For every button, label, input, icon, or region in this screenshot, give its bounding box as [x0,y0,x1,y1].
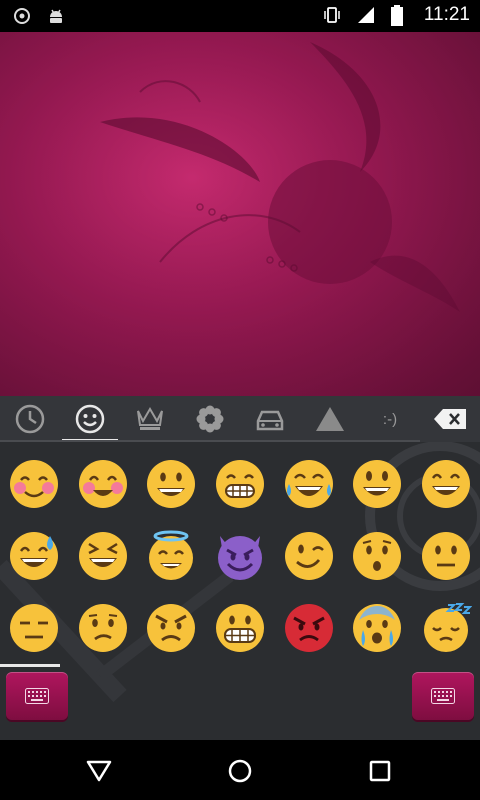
emoji-key[interactable] [137,448,206,520]
smiley-icon [75,404,105,434]
smiling-imp-emoji-icon [217,536,262,580]
expressionless-emoji-icon [10,604,59,652]
emoji-key[interactable] [274,592,343,664]
keyboard-switch-icon [431,688,455,704]
tab-emoticons[interactable]: :-) [360,396,420,442]
crown-icon [137,407,163,430]
emoji-key[interactable] [69,592,138,664]
home-button[interactable] [227,758,253,784]
tab-symbols[interactable] [300,396,360,442]
status-bar: 11:21 [0,0,480,32]
neutral-emoji-icon [421,532,470,580]
cold-sweat-crying-emoji-icon [353,604,402,652]
blush-emoji-icon [10,460,59,508]
smiling-eyes-emoji-icon [78,460,127,508]
hushed-emoji-icon [353,532,402,580]
emoji-key[interactable] [137,592,206,664]
emoji-key[interactable] [206,592,275,664]
home-icon [228,759,252,783]
navigation-bar [0,740,480,800]
grinning-emoji-icon [147,460,196,508]
emoji-grid [0,448,480,664]
tab-nature[interactable] [180,396,240,442]
flower-icon [196,405,224,433]
tears-of-joy-emoji-icon [284,460,333,508]
emoji-key[interactable] [411,520,480,592]
wink-emoji-icon [284,532,333,580]
emoji-keyboard: :-) [0,396,480,740]
bottom-page-indicator [0,664,60,667]
recent-clock-icon [15,404,45,434]
emoji-key[interactable] [0,448,69,520]
laughing-emoji-icon [78,532,127,580]
emoji-key[interactable] [0,592,69,664]
emoji-key[interactable] [343,448,412,520]
grimace-grin-emoji-icon [215,460,264,508]
emoji-key[interactable] [69,520,138,592]
sync-icon [12,6,32,26]
sleepy-zzz-emoji-icon [423,603,472,652]
emoticon-text-label: :-) [382,410,398,428]
back-button[interactable] [86,758,112,784]
signal-icon [356,5,376,25]
confused-emoji-icon [78,604,127,652]
emoji-key[interactable] [411,448,480,520]
emoji-key[interactable] [343,592,412,664]
car-icon [256,410,284,431]
innocent-halo-emoji-icon [149,530,194,580]
tab-divider [0,440,420,442]
emoji-key[interactable] [274,520,343,592]
emoji-key[interactable] [206,520,275,592]
emoji-key[interactable] [206,448,275,520]
backspace-button[interactable] [420,396,480,442]
grin-emoji-icon [421,460,470,508]
recents-button[interactable] [367,758,393,784]
pouting-emoji-icon [284,604,333,652]
backspace-icon [434,409,466,429]
emoji-key[interactable] [343,520,412,592]
switch-keyboard-left-button[interactable] [6,672,68,720]
emoji-key[interactable] [137,520,206,592]
smiley-emoji-icon [353,460,402,508]
clock-time: 11:21 [423,4,470,25]
triangle-icon [316,407,344,431]
vibrate-icon [322,5,342,25]
android-debug-icon [46,6,66,26]
tab-smileys[interactable] [60,396,120,442]
tab-recent[interactable] [0,396,60,442]
tab-objects[interactable] [120,396,180,442]
emoji-key[interactable] [411,592,480,664]
tab-places[interactable] [240,396,300,442]
sweat-smile-emoji-icon [10,532,59,580]
angry-emoji-icon [147,604,196,652]
battery-icon [390,5,410,26]
emoji-key[interactable] [0,520,69,592]
emoji-key[interactable] [274,448,343,520]
recents-icon [369,760,391,782]
switch-keyboard-right-button[interactable] [412,672,474,720]
keyboard-switch-icon [25,688,49,704]
grimacing-emoji-icon [215,604,264,652]
emoji-key[interactable] [69,448,138,520]
emoji-category-tabs: :-) [0,396,480,442]
back-icon [86,760,112,782]
wallpaper-background [0,32,480,396]
